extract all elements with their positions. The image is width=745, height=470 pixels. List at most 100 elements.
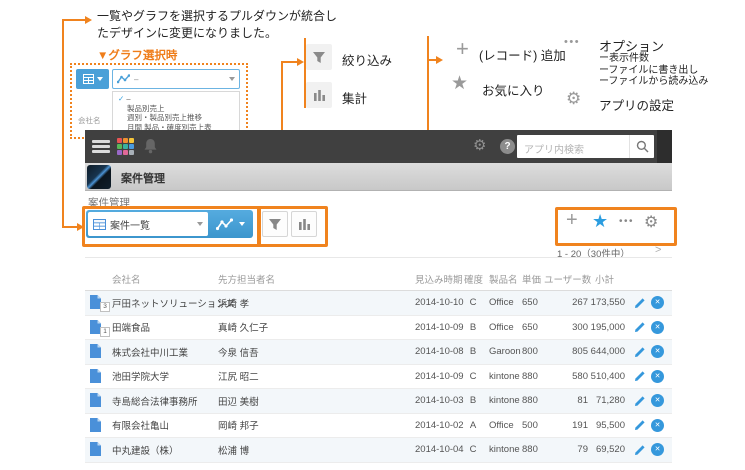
options-item: ーファイルから読み込み: [599, 76, 708, 88]
connector-arrow: [436, 56, 443, 64]
document-icon: [90, 418, 101, 432]
app-icon[interactable]: [87, 165, 111, 189]
cell-price: 650: [522, 291, 538, 315]
help-icon[interactable]: ?: [500, 139, 515, 154]
page: 一覧やグラフを選択するプルダウンが統合したデザインに変更になりました。 ▼グラフ…: [0, 0, 745, 470]
column-header: 小計: [595, 272, 614, 286]
mock-menu-item-checked: ✓ –: [113, 94, 239, 104]
line-chart-icon: [117, 74, 130, 84]
delete-record-button[interactable]: ✕: [651, 414, 664, 438]
table-row[interactable]: 有限会社亀山 岡崎 邦子 2014-10-02 A Office 500 191…: [85, 414, 672, 439]
delete-record-button[interactable]: ✕: [651, 316, 664, 340]
table-body: 3 戸田ネットソリューションズ 浜崎 孝 2014-10-10 C Office…: [85, 291, 672, 463]
delete-record-button[interactable]: ✕: [651, 438, 664, 462]
bell-icon[interactable]: [143, 138, 158, 155]
edit-record-button[interactable]: [634, 340, 646, 364]
chevron-down-icon: [97, 77, 103, 81]
table-row[interactable]: 株式会社中川工業 今泉 信吾 2014-10-08 B Garoon 800 8…: [85, 340, 672, 365]
delete-record-button[interactable]: ✕: [651, 365, 664, 389]
filter-label: 絞り込み: [342, 50, 392, 69]
connector-line: [62, 19, 86, 21]
add-record-label: (レコード) 追加: [479, 45, 566, 64]
mock-view-type-button: [76, 69, 109, 89]
aggregate-label: 集計: [342, 88, 367, 107]
record-icon[interactable]: [90, 418, 110, 434]
options-item: ーファイルに書き出し: [599, 65, 698, 77]
table-header: 会社名 先方担当者名 見込み時期 確度 製品名 単価 ユーザー数 小計: [85, 266, 672, 291]
table-row[interactable]: 寺島総合法律事務所 田辺 美樹 2014-10-03 B kintone 880…: [85, 389, 672, 414]
cell-subtotal: 510,400: [577, 365, 625, 389]
table-row[interactable]: 池田学院大学 江尻 昭二 2014-10-09 C kintone 880 58…: [85, 365, 672, 390]
delete-record-button[interactable]: ✕: [651, 291, 664, 315]
edit-record-button[interactable]: [634, 291, 646, 315]
cell-subtotal: 195,000: [577, 316, 625, 340]
cell-product: Office: [489, 414, 514, 438]
column-header: 確度: [464, 272, 483, 286]
edit-record-button[interactable]: [634, 389, 646, 413]
ellipsis-icon: •••: [564, 36, 580, 48]
delete-record-button[interactable]: ✕: [651, 389, 664, 413]
cell-date: 2014-10-03: [415, 389, 464, 413]
close-icon: ✕: [651, 443, 664, 456]
cell-price: 880: [522, 389, 538, 413]
search-icon: [636, 140, 649, 153]
aggregate-icon-tile: [306, 82, 332, 108]
table-row[interactable]: 3 戸田ネットソリューションズ 浜崎 孝 2014-10-10 C Office…: [85, 291, 672, 316]
table-row[interactable]: 1 田端食品 真崎 久仁子 2014-10-09 B Office 650 30…: [85, 316, 672, 341]
cell-company: 中丸建設（株）: [112, 438, 179, 462]
edit-record-button[interactable]: [634, 414, 646, 438]
cell-company: 有限会社亀山: [112, 414, 169, 438]
record-icon[interactable]: [90, 369, 110, 385]
table-row[interactable]: 中丸建設（株） 松浦 博 2014-10-04 C kintone 880 79…: [85, 438, 672, 463]
cell-contact: 今泉 信吾: [218, 340, 259, 364]
pencil-icon: [634, 419, 646, 431]
gear-icon[interactable]: ⚙: [473, 138, 486, 153]
record-icon[interactable]: [90, 393, 110, 409]
record-icon[interactable]: [90, 442, 110, 458]
delete-record-button[interactable]: ✕: [651, 340, 664, 364]
mock-background-text: 会社名: [78, 115, 101, 126]
mock-chart-value: –: [134, 75, 225, 84]
graph-select-caption: ▼グラフ選択時: [97, 47, 177, 63]
cell-contact: 田辺 美樹: [218, 389, 259, 413]
pencil-icon: [634, 370, 646, 382]
document-icon: [90, 344, 101, 358]
column-header: 会社名: [112, 272, 141, 286]
cell-subtotal: 71,280: [577, 389, 625, 413]
document-icon: [90, 442, 101, 456]
record-icon[interactable]: [90, 344, 110, 360]
cell-date: 2014-10-04: [415, 438, 464, 462]
edit-record-button[interactable]: [634, 438, 646, 462]
cell-company: 田端食品: [112, 316, 150, 340]
record-icon[interactable]: 3: [90, 295, 110, 311]
cell-price: 650: [522, 316, 538, 340]
column-header: 製品名: [489, 272, 518, 286]
app-settings-label: アプリの設定: [599, 95, 674, 114]
cell-contact: 真崎 久仁子: [218, 316, 268, 340]
pencil-icon: [634, 395, 646, 407]
cell-probability: B: [466, 389, 480, 413]
cell-product: Office: [489, 316, 514, 340]
filter-icon-tile: [306, 44, 332, 70]
search-button[interactable]: [629, 135, 654, 158]
pencil-icon: [634, 346, 646, 358]
cell-subtotal: 69,520: [577, 438, 625, 462]
search-placeholder: アプリ内検索: [524, 141, 584, 156]
edit-record-button[interactable]: [634, 365, 646, 389]
edit-record-button[interactable]: [634, 316, 646, 340]
record-icon[interactable]: 1: [90, 320, 110, 336]
cell-product: kintone: [489, 389, 520, 413]
search-input[interactable]: アプリ内検索: [517, 135, 654, 158]
close-icon: ✕: [651, 345, 664, 358]
connector-arrow: [85, 16, 92, 24]
comment-count-badge: 1: [100, 327, 110, 337]
cell-product: kintone: [489, 365, 520, 389]
close-icon: ✕: [651, 370, 664, 383]
pagination-next-button[interactable]: >: [655, 244, 661, 256]
close-icon: ✕: [651, 419, 664, 432]
column-header: 見込み時期: [415, 272, 463, 286]
app-title: 案件管理: [121, 170, 165, 186]
cell-date: 2014-10-02: [415, 414, 464, 438]
mock-chart-select-field: –: [112, 69, 240, 89]
cell-product: Garoon: [489, 340, 521, 364]
